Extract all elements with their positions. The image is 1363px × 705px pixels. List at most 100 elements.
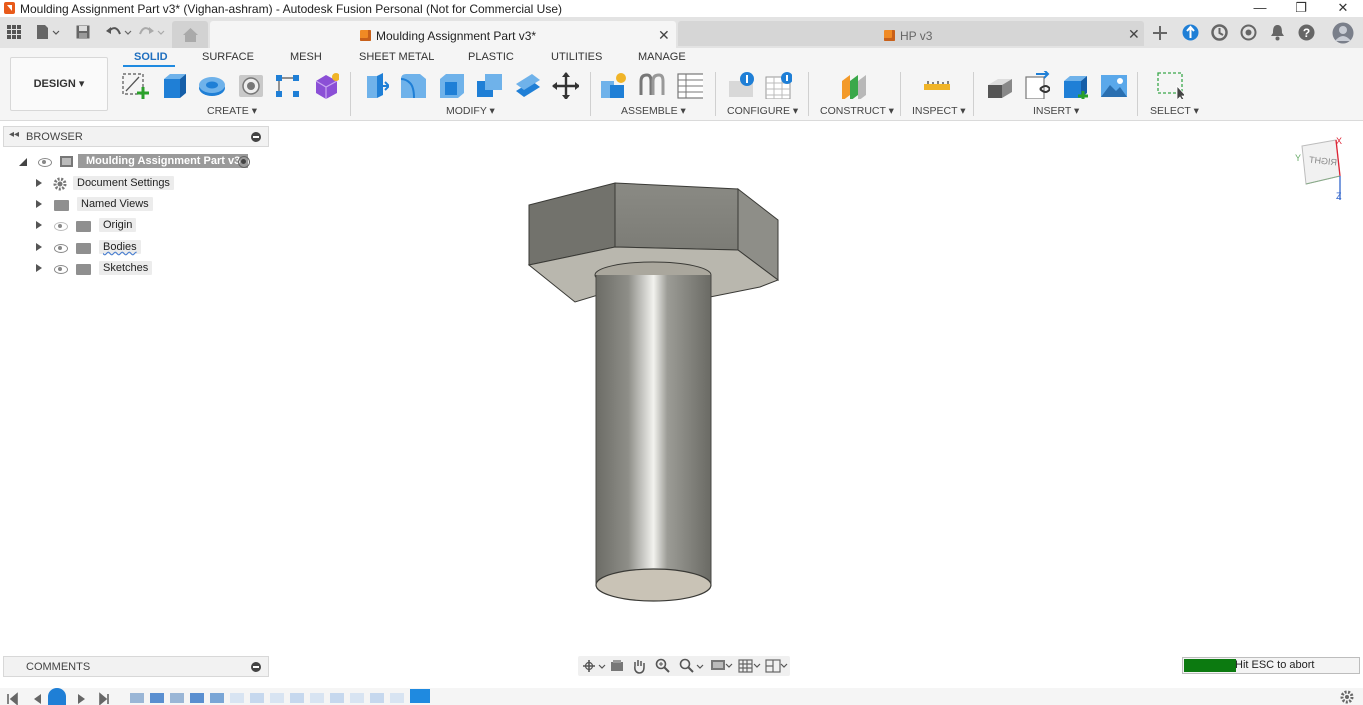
pattern-icon[interactable] — [273, 71, 301, 99]
timeline-feature-icon[interactable] — [170, 693, 184, 703]
hole-icon[interactable] — [236, 71, 264, 99]
extensions-icon[interactable] — [1182, 24, 1199, 41]
group-inspect-label[interactable]: INSPECT ▾ — [912, 105, 966, 117]
timeline-feature-icon[interactable] — [370, 693, 384, 703]
tab-utilities[interactable]: UTILITIES — [551, 51, 602, 63]
group-construct-label[interactable]: CONSTRUCT ▾ — [820, 105, 894, 117]
browser-item-sketches[interactable]: Sketches — [0, 260, 270, 278]
combine-icon[interactable] — [474, 71, 502, 99]
tab-moulding-assignment[interactable]: Moulding Assignment Part v3* ✕ — [210, 21, 676, 48]
group-select-label[interactable]: SELECT ▾ — [1150, 105, 1199, 117]
orbit-icon[interactable] — [582, 659, 606, 673]
pan-hand-icon[interactable] — [632, 658, 646, 674]
expand-arrow-icon[interactable] — [36, 179, 42, 187]
hidden-eye-icon[interactable] — [54, 222, 68, 231]
redo-icon[interactable] — [139, 25, 165, 40]
create-form-icon[interactable] — [311, 71, 339, 99]
insert-derive-icon[interactable] — [985, 71, 1013, 99]
timeline-feature-icon[interactable] — [150, 693, 164, 703]
help-icon[interactable]: ? — [1298, 24, 1315, 41]
collapse-panel-icon[interactable]: ◂◂ — [9, 129, 19, 140]
extrude-icon[interactable] — [160, 71, 188, 99]
home-tab[interactable] — [172, 21, 208, 48]
user-avatar-icon[interactable] — [1332, 22, 1354, 44]
undo-icon[interactable] — [106, 25, 132, 40]
close-tab-icon[interactable]: ✕ — [1128, 26, 1140, 43]
shell-icon[interactable] — [437, 71, 465, 99]
insert-mcmaster-icon[interactable] — [1022, 71, 1050, 99]
browser-item-document-settings[interactable]: Document Settings — [0, 175, 270, 193]
timeline-feature-icon[interactable] — [350, 693, 364, 703]
new-tab-plus-icon[interactable] — [1153, 26, 1167, 40]
offset-faces-icon[interactable] — [512, 71, 540, 99]
browser-item-origin[interactable]: Origin — [0, 217, 270, 235]
look-at-icon[interactable] — [610, 659, 624, 673]
model-viewport-body[interactable] — [520, 175, 790, 610]
expand-arrow-icon[interactable] — [36, 200, 42, 208]
visibility-eye-icon[interactable] — [54, 244, 68, 253]
timeline-feature-icon[interactable] — [330, 693, 344, 703]
visibility-eye-icon[interactable] — [38, 158, 52, 167]
browser-options-icon[interactable] — [251, 132, 261, 142]
zoom-icon[interactable] — [655, 658, 671, 674]
tab-plastic[interactable]: PLASTIC — [468, 51, 514, 63]
assemble-table-icon[interactable] — [675, 71, 703, 99]
timeline-feature-icon[interactable] — [130, 693, 144, 703]
measure-icon[interactable] — [922, 71, 950, 99]
job-status-icon[interactable] — [1211, 24, 1228, 41]
timeline-feature-icon[interactable] — [210, 693, 224, 703]
fillet-icon[interactable] — [398, 71, 426, 99]
display-settings-icon[interactable] — [710, 659, 734, 673]
expand-arrow-icon[interactable] — [36, 243, 42, 251]
configure-table-icon[interactable] — [764, 71, 792, 99]
create-sketch-icon[interactable] — [121, 71, 149, 99]
zoom-window-icon[interactable] — [679, 658, 705, 674]
tab-manage[interactable]: MANAGE — [638, 51, 686, 63]
grid-settings-icon[interactable] — [738, 659, 762, 673]
browser-item-bodies[interactable]: Bodies — [0, 239, 270, 257]
timeline-feature-icon[interactable] — [270, 693, 284, 703]
play-button[interactable] — [48, 688, 66, 705]
add-comment-icon[interactable] — [251, 662, 261, 672]
move-copy-icon[interactable] — [551, 71, 579, 99]
collapse-arrow-icon[interactable] — [19, 158, 27, 166]
group-create-label[interactable]: CREATE ▾ — [207, 105, 257, 117]
timeline-settings-gear-icon[interactable] — [1340, 690, 1354, 704]
visibility-eye-icon[interactable] — [54, 265, 68, 274]
online-status-icon[interactable] — [1240, 24, 1257, 41]
tab-mesh[interactable]: MESH — [290, 51, 322, 63]
expand-arrow-icon[interactable] — [36, 221, 42, 229]
timeline-feature-icon[interactable] — [230, 693, 244, 703]
timeline-feature-icon[interactable] — [390, 693, 404, 703]
tab-hp-v3[interactable]: HP v3 ✕ — [678, 21, 1144, 46]
activate-radio-icon[interactable] — [238, 156, 250, 168]
file-menu-icon[interactable] — [36, 24, 60, 40]
press-pull-icon[interactable] — [361, 71, 389, 99]
tab-sheet-metal[interactable]: SHEET METAL — [359, 51, 434, 63]
insert-canvas-icon[interactable] — [1099, 71, 1127, 99]
close-tab-icon[interactable]: ✕ — [658, 27, 670, 44]
notifications-bell-icon[interactable] — [1270, 24, 1285, 41]
browser-root-row[interactable]: Moulding Assignment Part v3 — [0, 153, 270, 171]
viewports-icon[interactable] — [765, 659, 789, 673]
close-window-button[interactable]: ✕ — [1328, 0, 1358, 17]
group-modify-label[interactable]: MODIFY ▾ — [446, 105, 495, 117]
browser-item-named-views[interactable]: Named Views — [0, 196, 270, 214]
revolve-icon[interactable] — [197, 71, 225, 99]
new-component-icon[interactable] — [598, 71, 626, 99]
timeline-feature-icon[interactable] — [310, 693, 324, 703]
timeline-feature-icon[interactable] — [250, 693, 264, 703]
timeline-feature-icon[interactable] — [190, 693, 204, 703]
select-window-icon[interactable] — [1156, 71, 1184, 99]
restore-button[interactable]: ❐ — [1286, 0, 1316, 17]
group-insert-label[interactable]: INSERT ▾ — [1033, 105, 1079, 117]
tab-solid[interactable]: SOLID — [134, 51, 168, 63]
expand-arrow-icon[interactable] — [36, 264, 42, 272]
tab-surface[interactable]: SURFACE — [202, 51, 254, 63]
grid-menu-icon[interactable] — [7, 25, 21, 39]
view-cube[interactable]: RIGHT X Y Z — [1295, 136, 1344, 204]
timeline-feature-icon[interactable] — [290, 693, 304, 703]
offset-plane-icon[interactable] — [838, 71, 866, 99]
joint-icon[interactable] — [637, 71, 665, 99]
group-configure-label[interactable]: CONFIGURE ▾ — [727, 105, 798, 117]
